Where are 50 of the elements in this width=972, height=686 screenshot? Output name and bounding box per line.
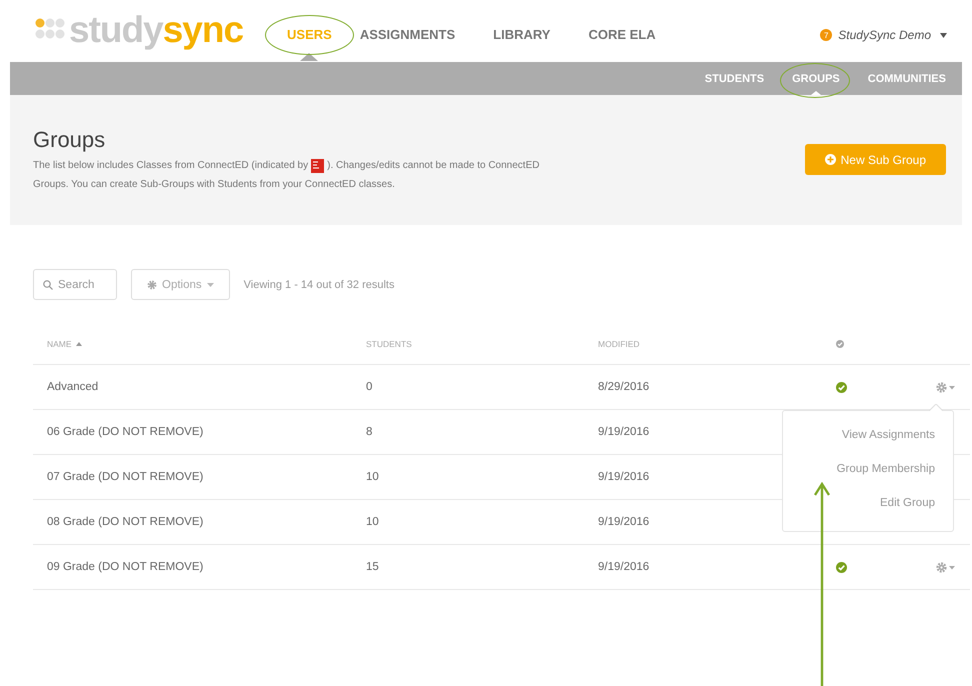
logo-text: sync [162, 10, 244, 48]
table-cell: 9/19/2016 [598, 516, 650, 528]
description-text: Groups. You can create Sub-Groups with Students from your ConnectED classes. [33, 178, 395, 192]
options-button[interactable]: Options [131, 269, 230, 300]
nav-tab[interactable]: CORE ELA [588, 26, 656, 42]
user-menu[interactable]: StudySync Demo [838, 28, 931, 42]
subnav-tab[interactable]: GROUPS [792, 72, 840, 84]
table-cell: 9/19/2016 [598, 426, 650, 438]
logo-dots-icon [35, 18, 65, 40]
column-header: STUDENTS [366, 339, 412, 349]
search-field[interactable]: Search [33, 269, 117, 300]
book-logo-icon [311, 158, 324, 172]
caret-icon [940, 32, 947, 38]
table-cell: 9/19/2016 [598, 561, 650, 573]
table-cell: 9/19/2016 [598, 471, 650, 483]
nav-tab[interactable]: USERS [287, 26, 332, 42]
table-cell: 09 Grade (DO NOT REMOVE) [47, 561, 204, 573]
subnav-tab[interactable]: STUDENTS [704, 72, 764, 84]
gear-icon [147, 280, 157, 290]
plus-circle-icon [824, 154, 836, 165]
nav-tab[interactable]: LIBRARY [493, 26, 550, 42]
menu-item[interactable]: View Assignments [842, 427, 935, 443]
menu-item[interactable]: Edit Group [880, 495, 935, 511]
table-cell: 8 [366, 426, 372, 438]
notification-badge: 7 [820, 29, 832, 41]
check-circle-icon [836, 340, 844, 348]
row-actions-button[interactable] [936, 562, 956, 572]
search-icon [43, 280, 53, 290]
table-cell: 15 [366, 561, 379, 573]
table-cell: 0 [366, 381, 372, 393]
description-text: The list below includes Classes from ConnectED (indicated by [33, 159, 308, 173]
new-sub-group-button[interactable]: New Sub Group [804, 144, 946, 175]
table-cell: 10 [366, 471, 379, 483]
column-header[interactable]: NAME [47, 339, 72, 349]
description-text: ). Changes/edits cannot be made to ConnectED [327, 159, 540, 173]
row-actions-button[interactable] [936, 382, 956, 392]
table-cell: 10 [366, 516, 379, 528]
table-cell: 07 Grade (DO NOT REMOVE) [47, 471, 204, 483]
column-header: MODIFIED [598, 339, 640, 349]
sort-up-icon [76, 342, 82, 346]
nav-tab[interactable]: ASSIGNMENTS [360, 26, 456, 42]
caret-icon [206, 282, 214, 286]
table-cell: 8/29/2016 [598, 381, 650, 393]
page-title: Groups [33, 127, 106, 153]
results-count: Viewing 1 - 14 out of 32 results [244, 278, 394, 290]
menu-item[interactable]: Group Membership [836, 461, 935, 477]
subnav-tab[interactable]: COMMUNITIES [868, 72, 946, 84]
table-cell: 08 Grade (DO NOT REMOVE) [47, 516, 204, 528]
table-cell: Advanced [47, 381, 98, 393]
table-cell: 06 Grade (DO NOT REMOVE) [47, 426, 204, 438]
